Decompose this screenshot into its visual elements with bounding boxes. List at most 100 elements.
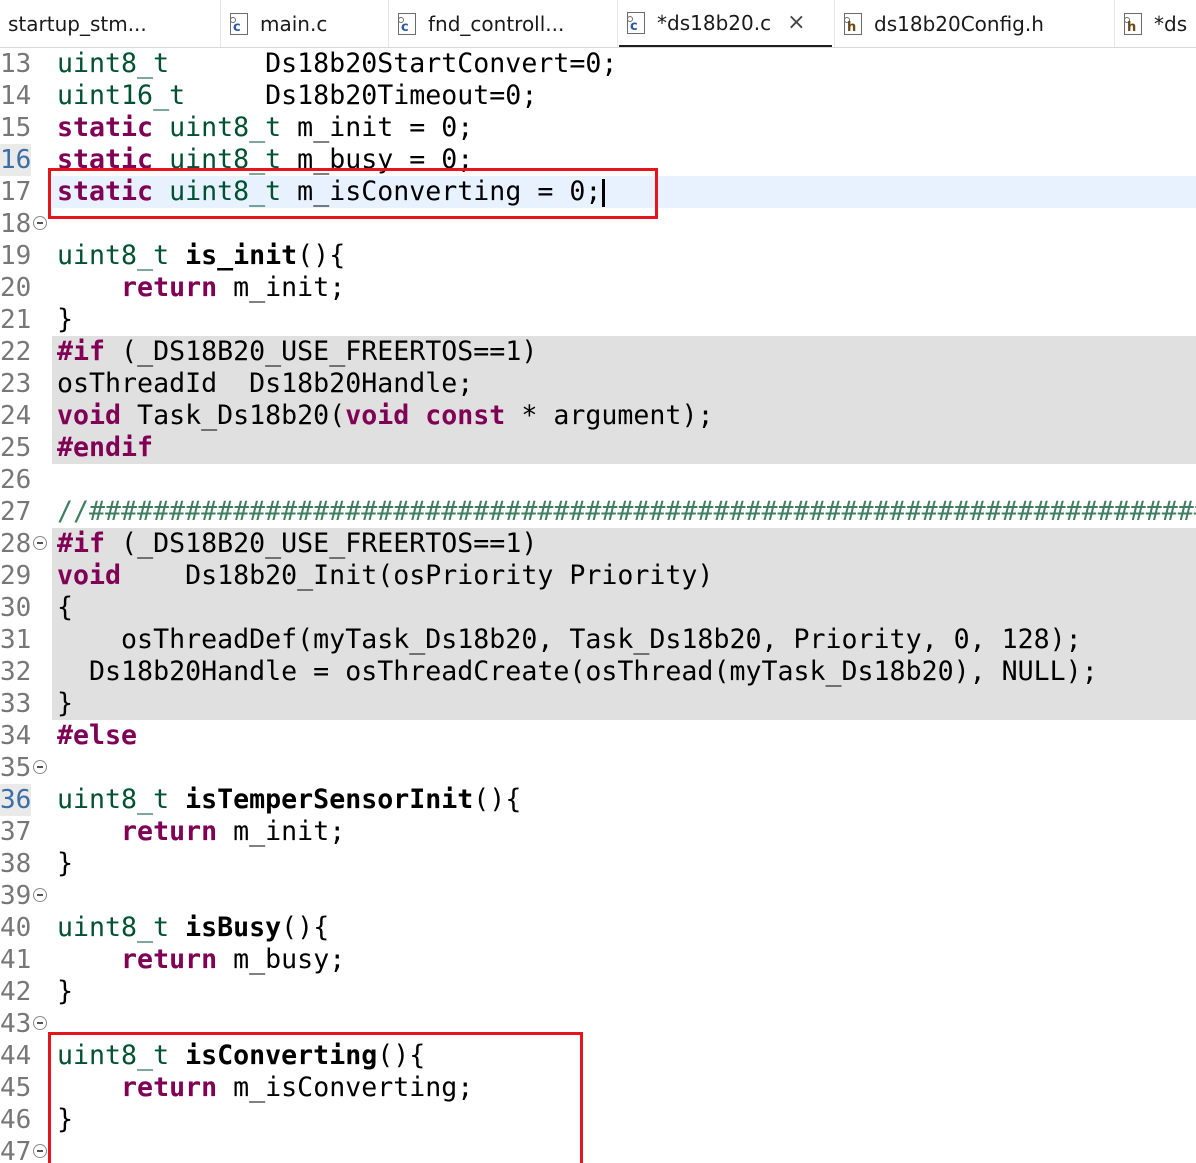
close-tab-icon[interactable]: × xyxy=(787,11,805,34)
code-line-30[interactable]: 30 { xyxy=(0,592,1196,624)
line-gutter: 13 xyxy=(0,48,52,80)
line-gutter: 37 xyxy=(0,816,52,848)
code-token: uint8_t xyxy=(169,112,282,143)
c-file-icon: c xyxy=(627,11,645,34)
code-line-25[interactable]: 25 #endif xyxy=(0,432,1196,464)
c-file-icon: c xyxy=(230,12,248,35)
code-token: uint8_t xyxy=(169,176,282,207)
code-token: uint8_t xyxy=(169,144,282,175)
line-number: 45 xyxy=(0,1073,32,1103)
code-text: uint8_t isBusy(){ xyxy=(57,912,329,944)
code-text: } xyxy=(57,304,73,336)
fold-collapse-icon[interactable] xyxy=(33,760,47,774)
tab-5[interactable]: h *ds xyxy=(1116,0,1196,47)
code-token: * argument); xyxy=(505,400,714,431)
tab-0[interactable]: startup_stm... xyxy=(0,0,218,47)
code-line-19[interactable]: 19 uint8_t is_init(){ xyxy=(0,240,1196,272)
code-line-20[interactable]: 20 return m_init; xyxy=(0,272,1196,304)
line-number: 38 xyxy=(0,849,32,879)
code-line-31[interactable]: 31 osThreadDef(myTask_Ds18b20, Task_Ds18… xyxy=(0,624,1196,656)
code-line-21[interactable]: 21} xyxy=(0,304,1196,336)
code-line-14[interactable]: 14 uint16_t Ds18b20Timeout=0; xyxy=(0,80,1196,112)
code-token: uint8_t xyxy=(57,912,170,943)
code-line-45[interactable]: 45 return m_isConverting; xyxy=(0,1072,1196,1104)
fold-collapse-icon[interactable] xyxy=(33,888,47,902)
header-file-icon: h xyxy=(844,12,862,35)
code-line-15[interactable]: 15 static uint8_t m_init = 0; xyxy=(0,112,1196,144)
code-line-22[interactable]: 22 #if (_DS18B20_USE_FREERTOS==1) xyxy=(0,336,1196,368)
code-token: (_DS18B20_USE_FREERTOS==1) xyxy=(105,336,538,367)
line-gutter: 40 xyxy=(0,912,52,944)
code-line-28[interactable]: 28 #if (_DS18B20_USE_FREERTOS==1) xyxy=(0,528,1196,560)
code-line-26[interactable]: 26 xyxy=(0,464,1196,496)
line-gutter: 33 xyxy=(0,688,52,720)
code-token: Ds18b20StartConvert=0; xyxy=(169,48,618,79)
code-line-18[interactable]: 18 xyxy=(0,208,1196,240)
fold-collapse-icon[interactable] xyxy=(33,1016,47,1030)
code-token: return xyxy=(121,944,218,975)
code-text: uint16_t Ds18b20Timeout=0; xyxy=(57,80,537,112)
tab-1[interactable]: c main.c xyxy=(222,0,386,47)
code-text: } xyxy=(57,1104,73,1136)
tab-label: fnd_controll... xyxy=(428,11,565,36)
line-gutter: 36 xyxy=(0,784,52,816)
code-token: const xyxy=(425,400,506,431)
code-line-42[interactable]: 42} xyxy=(0,976,1196,1008)
code-line-29[interactable]: 29 void Ds18b20_Init(osPriority Priority) xyxy=(0,560,1196,592)
code-line-33[interactable]: 33} xyxy=(0,688,1196,720)
line-gutter: 35 xyxy=(0,752,52,784)
line-number: 35 xyxy=(0,753,32,783)
code-token: (){ xyxy=(281,912,330,943)
line-number: 37 xyxy=(0,817,32,847)
code-line-38[interactable]: 38} xyxy=(0,848,1196,880)
code-line-23[interactable]: 23 osThreadId Ds18b20Handle; xyxy=(0,368,1196,400)
code-token: return xyxy=(121,1072,218,1103)
code-line-39[interactable]: 39 xyxy=(0,880,1196,912)
code-line-13[interactable]: 13 uint8_t Ds18b20StartConvert=0; xyxy=(0,48,1196,80)
code-line-46[interactable]: 46} xyxy=(0,1104,1196,1136)
code-text: static uint8_t m_isConverting = 0; xyxy=(57,176,606,208)
code-text: return m_isConverting; xyxy=(57,1072,473,1104)
code-line-32[interactable]: 32 Ds18b20Handle = osThreadCreate(osThre… xyxy=(0,656,1196,688)
code-line-27[interactable]: 27 //####################################… xyxy=(0,496,1196,528)
line-number: 33 xyxy=(0,689,32,719)
code-text: static uint8_t m_busy = 0; xyxy=(57,144,473,176)
code-token: m_init = 0; xyxy=(281,112,474,143)
code-line-17[interactable]: 17 static uint8_t m_isConverting = 0; xyxy=(0,176,1196,208)
line-gutter: 24 xyxy=(0,400,52,432)
line-number: 25 xyxy=(0,433,32,463)
code-line-24[interactable]: 24 void Task_Ds18b20(void const * argumen… xyxy=(0,400,1196,432)
code-line-47[interactable]: 47 xyxy=(0,1136,1196,1163)
code-line-35[interactable]: 35 xyxy=(0,752,1196,784)
code-token: is_init xyxy=(185,240,298,271)
fold-collapse-icon[interactable] xyxy=(33,1144,47,1158)
tab-2[interactable]: c fnd_controll... xyxy=(390,0,615,47)
fold-collapse-icon[interactable] xyxy=(33,216,47,230)
fold-collapse-icon[interactable] xyxy=(33,536,47,550)
code-line-36[interactable]: 36 uint8_t isTemperSensorInit(){ xyxy=(0,784,1196,816)
line-number: 36 xyxy=(0,784,32,816)
editor-tab-bar: startup_stm... c main.c c fnd_controll... c *d… xyxy=(0,0,1196,48)
line-gutter: 22 xyxy=(0,336,52,368)
code-token: static xyxy=(57,144,154,175)
code-text: } xyxy=(57,688,73,720)
code-line-43[interactable]: 43 xyxy=(0,1008,1196,1040)
code-line-37[interactable]: 37 return m_init; xyxy=(0,816,1196,848)
code-token: static xyxy=(57,112,154,143)
code-token: (_DS18B20_USE_FREERTOS==1) xyxy=(105,528,538,559)
tab-4[interactable]: h ds18b20Config.h xyxy=(836,0,1112,47)
line-number: 47 xyxy=(0,1137,32,1163)
code-line-41[interactable]: 41 return m_busy; xyxy=(0,944,1196,976)
tab-3[interactable]: c *ds18b20.c × xyxy=(619,0,832,47)
line-number: 40 xyxy=(0,913,32,943)
code-token: } xyxy=(57,304,74,335)
code-token: void xyxy=(57,560,122,591)
code-token: m_busy; xyxy=(217,944,346,975)
code-line-40[interactable]: 40 uint8_t isBusy(){ xyxy=(0,912,1196,944)
code-line-34[interactable]: 34 #else xyxy=(0,720,1196,752)
code-editor[interactable]: 13 uint8_t Ds18b20StartConvert=0; 14 uint16… xyxy=(0,48,1196,1163)
code-line-44[interactable]: 44 uint8_t isConverting(){ xyxy=(0,1040,1196,1072)
code-line-16[interactable]: 16 static uint8_t m_busy = 0; xyxy=(0,144,1196,176)
